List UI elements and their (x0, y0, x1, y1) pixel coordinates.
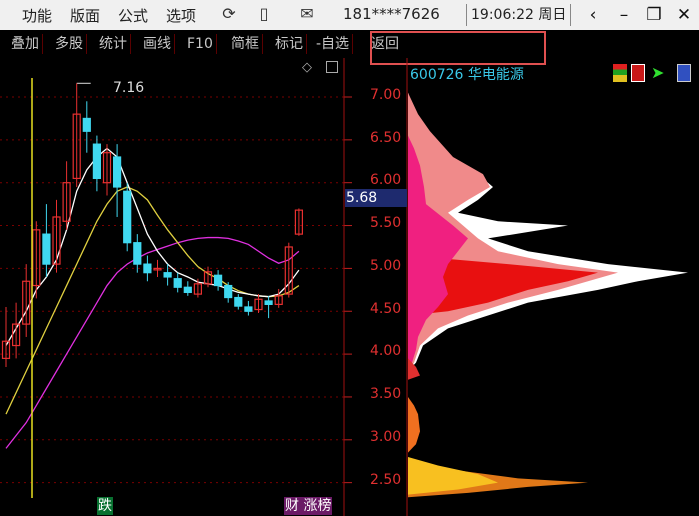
tick-2-50: 2.50 (370, 472, 402, 488)
profile-orange (408, 396, 420, 453)
moving-averages (5, 82, 300, 449)
back-icon[interactable]: ‹ (580, 2, 606, 28)
price-chart[interactable] (0, 58, 699, 516)
statistics-button[interactable]: 统计 (96, 34, 131, 54)
candle-body (133, 242, 142, 265)
tick-5-00: 5.00 (370, 258, 402, 274)
tick-6-50: 6.50 (370, 130, 402, 146)
candle-body (214, 274, 223, 287)
candlesticks (1, 83, 303, 367)
menu-formula[interactable]: 公式 (118, 5, 148, 26)
price-grid (0, 96, 352, 484)
diamond-icon[interactable]: ◇ (302, 60, 312, 75)
candle-body (224, 284, 233, 299)
signal-fall-badge[interactable]: 跌 (97, 497, 113, 515)
tick-5-50: 5.50 (370, 215, 402, 231)
refresh-icon[interactable]: ⟳ (218, 3, 240, 25)
minimize-icon[interactable]: – (611, 2, 637, 28)
signal-rise-list-badge[interactable]: 财 涨榜 (284, 497, 333, 515)
simple-frame-button[interactable]: 简框 (228, 34, 263, 54)
candle-body (42, 233, 51, 265)
title-bar: 功能 版面 公式 选项 ⟳ ▯ ✉ 181****7626 19:06:22 周… (0, 0, 699, 31)
tick-4-00: 4.00 (370, 343, 402, 359)
candle-body (183, 286, 192, 293)
restore-icon[interactable]: ❐ (641, 2, 667, 28)
volume-profile (408, 92, 688, 498)
user-phone[interactable]: 181****7626 (343, 5, 440, 23)
candle-body (92, 143, 102, 180)
peak-price-label: 7.16 (113, 80, 145, 96)
mark-button[interactable]: 标记 (272, 34, 307, 54)
phone-icon[interactable]: ▯ (253, 3, 275, 25)
tick-3-00: 3.00 (370, 429, 402, 445)
close-icon[interactable]: ✕ (671, 2, 697, 28)
remove-watchlist-button[interactable]: -自选 (313, 34, 354, 54)
menu-function[interactable]: 功能 (22, 5, 52, 26)
tick-7-00: 7.00 (370, 87, 402, 103)
draw-line-button[interactable]: 画线 (140, 34, 175, 54)
candle-body (244, 306, 253, 312)
candle-body (82, 117, 91, 132)
panel-toggle-icon[interactable] (326, 61, 338, 73)
candle-body (123, 190, 132, 244)
tick-6-00: 6.00 (370, 172, 402, 188)
candle-body (163, 272, 172, 278)
mail-icon[interactable]: ✉ (296, 3, 318, 25)
candle-body (112, 156, 122, 188)
menu-layout[interactable]: 版面 (70, 5, 100, 26)
candle-body (234, 296, 243, 307)
overlay-button[interactable]: 叠加 (8, 34, 43, 54)
candle-body (143, 263, 152, 274)
candle-body (173, 278, 182, 288)
multi-stock-button[interactable]: 多股 (52, 34, 87, 54)
tick-3-50: 3.50 (370, 386, 402, 402)
candle-body (264, 300, 273, 305)
last-price-tag: 5.68 (345, 189, 407, 207)
clock: 19:06:22 周日 (466, 4, 572, 26)
f10-button[interactable]: F10 (184, 34, 217, 54)
ma3-line (5, 236, 300, 449)
tick-4-50: 4.50 (370, 301, 402, 317)
menu-options[interactable]: 选项 (166, 5, 196, 26)
chart-toolbar: 叠加 多股 统计 画线 F10 简框 标记 -自选 返回 600726 华电能源… (0, 30, 699, 83)
